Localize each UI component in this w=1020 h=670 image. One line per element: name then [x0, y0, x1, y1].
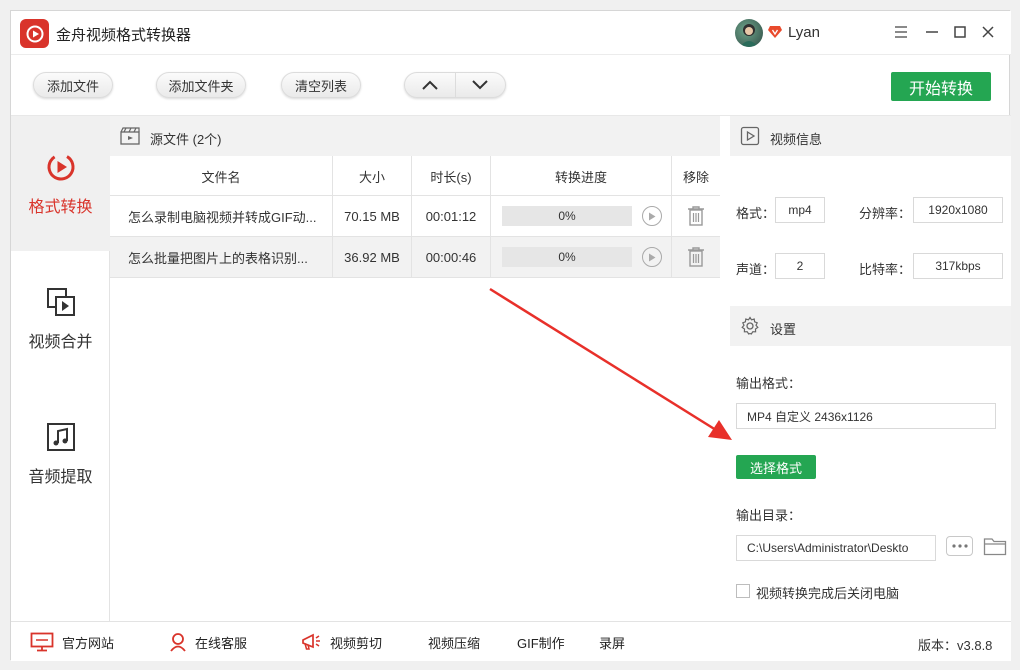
- gear-icon: [741, 316, 759, 335]
- record-link[interactable]: 录屏: [599, 622, 625, 662]
- column-header-size: 大小: [333, 156, 412, 196]
- shutdown-label: 视频转换完成后关闭电脑: [756, 586, 900, 601]
- clear-list-button[interactable]: 清空列表: [281, 72, 361, 98]
- official-website-link[interactable]: 官方网站: [30, 622, 114, 662]
- format-value: mp4: [775, 197, 825, 223]
- source-files-count: 源文件 (2个): [150, 132, 222, 147]
- add-file-button[interactable]: 添加文件: [33, 72, 113, 98]
- convert-icon: [47, 153, 74, 180]
- format-label: 格式：: [736, 206, 776, 221]
- table-row[interactable]: 怎么录制电脑视频并转成GIF动... 70.15 MB 00:01:12 0%: [110, 196, 720, 237]
- move-up-button[interactable]: [405, 73, 455, 97]
- chevron-down-icon: [472, 80, 488, 90]
- bitrate-label: 比特率：: [859, 262, 912, 277]
- toolbar: 添加文件 添加文件夹 清空列表 开始转换: [11, 55, 1011, 116]
- online-support-link[interactable]: 在线客服: [169, 622, 247, 662]
- start-convert-button[interactable]: 开始转换: [891, 72, 991, 101]
- merge-icon: [46, 287, 75, 316]
- avatar[interactable]: [735, 19, 763, 47]
- progress-bar: 0%: [502, 206, 632, 226]
- sidebar-item-label: 格式转换: [28, 198, 93, 216]
- official-website-label: 官方网站: [62, 635, 115, 651]
- column-header-duration: 时长(s): [412, 156, 491, 196]
- add-folder-button[interactable]: 添加文件夹: [156, 72, 246, 98]
- video-info-icon: [740, 126, 760, 146]
- file-size: 70.15 MB: [333, 196, 412, 236]
- column-header-progress: 转换进度: [491, 156, 672, 196]
- video-compress-link[interactable]: 视频压缩: [428, 622, 480, 662]
- file-name: 怎么批量把图片上的表格识别...: [110, 237, 333, 277]
- output-dir-field[interactable]: C:\Users\Administrator\Deskto: [736, 535, 936, 561]
- output-format-field: MP4 自定义 2436x1126: [736, 403, 996, 429]
- move-down-button[interactable]: [454, 73, 506, 97]
- maximize-button[interactable]: [949, 21, 971, 43]
- username[interactable]: Lyan: [788, 24, 820, 41]
- channel-value: 2: [775, 253, 825, 279]
- sidebar-item-audio[interactable]: 音频提取: [11, 386, 110, 521]
- file-name: 怎么录制电脑视频并转成GIF动...: [110, 196, 333, 236]
- sidebar-item-label: 音频提取: [28, 468, 93, 486]
- resolution-label: 分辨率：: [859, 206, 912, 221]
- footer: 官方网站 在线客服 视频剪切 视频压缩 GIF制作 录屏 版本：v3.8.8: [11, 621, 1011, 661]
- play-icon[interactable]: [642, 247, 662, 267]
- video-info-title: 视频信息: [770, 132, 823, 147]
- gif-make-link[interactable]: GIF制作: [517, 622, 565, 662]
- close-button[interactable]: [977, 21, 999, 43]
- settings-title: 设置: [770, 322, 797, 337]
- right-panel: 视频信息 格式： mp4 分辨率： 1920x1080 声道： 2 比特率： 3…: [730, 116, 1011, 621]
- trash-icon[interactable]: [687, 206, 705, 229]
- video-edit-link[interactable]: 视频剪切: [300, 622, 382, 662]
- menu-icon[interactable]: [890, 21, 912, 43]
- video-info-header: 视频信息: [730, 116, 1011, 156]
- file-list-header: 源文件 (2个): [110, 116, 720, 156]
- minimize-button[interactable]: [921, 21, 943, 43]
- column-header-remove: 移除: [682, 169, 709, 185]
- sidebar-item-merge[interactable]: 视频合并: [11, 251, 110, 386]
- progress-bar: 0%: [502, 247, 632, 267]
- column-header-name: 文件名: [110, 156, 333, 196]
- browse-dots-button[interactable]: [946, 536, 973, 556]
- clapper-icon: [120, 127, 140, 145]
- music-icon: [46, 422, 75, 451]
- table-header: 文件名 大小 时长(s) 转换进度 移除: [110, 156, 720, 196]
- output-dir-label: 输出目录：: [736, 508, 802, 523]
- user-support-icon: [170, 633, 186, 652]
- channel-label: 声道：: [736, 262, 776, 277]
- file-list-area: 源文件 (2个) 文件名 大小 时长(s) 转换进度 移除 怎么录制电脑视频并转…: [110, 116, 720, 621]
- select-format-button[interactable]: 选择格式: [736, 455, 816, 479]
- version-label: 版本：v3.8.8: [918, 638, 993, 653]
- chevron-up-icon: [422, 80, 438, 90]
- monitor-icon: [30, 632, 54, 652]
- file-duration: 00:01:12: [412, 196, 491, 236]
- sidebar-item-label: 视频合并: [28, 333, 93, 351]
- output-format-label: 输出格式：: [736, 376, 802, 391]
- file-size: 36.92 MB: [333, 237, 412, 277]
- app-title: 金舟视频格式转换器: [56, 27, 192, 44]
- resolution-value: 1920x1080: [913, 197, 1003, 223]
- megaphone-icon: [302, 633, 320, 650]
- video-edit-label: 视频剪切: [330, 635, 383, 651]
- sidebar-item-convert[interactable]: 格式转换: [11, 116, 110, 251]
- online-support-label: 在线客服: [195, 635, 248, 651]
- title-bar: 金舟视频格式转换器 Lyan: [11, 11, 1011, 55]
- more-icon: [951, 544, 968, 548]
- trash-icon[interactable]: [687, 247, 705, 270]
- vip-badge-icon: [768, 26, 782, 41]
- folder-icon[interactable]: [983, 536, 1007, 559]
- shutdown-checkbox[interactable]: [736, 584, 750, 598]
- move-buttons: [404, 72, 506, 98]
- file-duration: 00:00:46: [412, 237, 491, 277]
- table-row[interactable]: 怎么批量把图片上的表格识别... 36.92 MB 00:00:46 0%: [110, 237, 720, 278]
- sidebar: 格式转换 视频合并 音频提取: [11, 116, 110, 621]
- bitrate-value: 317kbps: [913, 253, 1003, 279]
- app-logo-icon: [20, 19, 49, 48]
- play-icon[interactable]: [642, 206, 662, 226]
- app-window: 金舟视频格式转换器 Lyan 添加文件 添加文件夹 清空列表 开始转换 格式转换…: [10, 10, 1011, 661]
- settings-header: 设置: [730, 306, 1011, 346]
